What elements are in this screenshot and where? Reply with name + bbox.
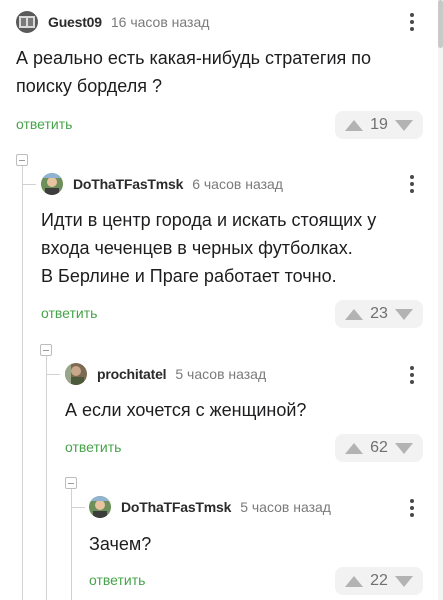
comment-text: Зачем?: [89, 534, 152, 554]
thread-line-level-2: [46, 354, 47, 600]
avatar[interactable]: [65, 363, 87, 385]
more-vertical-icon[interactable]: [404, 173, 420, 195]
comment-text: А если хочется с женщиной?: [65, 400, 307, 420]
vote-widget: 23: [335, 300, 423, 328]
timestamp: 6 часов назад: [192, 176, 283, 192]
author-name[interactable]: Guest09: [48, 14, 102, 30]
reply-button[interactable]: ответить: [89, 572, 145, 588]
comment-header: prochitatel 5 часов назад: [65, 362, 266, 386]
vote-widget: 19: [335, 111, 423, 139]
more-vertical-icon[interactable]: [404, 364, 420, 386]
rating-score: 19: [370, 116, 388, 133]
thread-connector-3: [71, 507, 85, 508]
rating-score: 22: [370, 572, 388, 589]
more-vertical-icon[interactable]: [404, 11, 420, 33]
author-name[interactable]: DoThaTFasTmsk: [121, 499, 231, 515]
reply-button[interactable]: ответить: [41, 305, 97, 321]
arrow-down-icon[interactable]: [394, 442, 413, 454]
arrow-up-icon[interactable]: [345, 308, 363, 320]
vote-widget: 22: [335, 567, 423, 595]
avatar[interactable]: [89, 496, 111, 518]
thread-connector-1: [22, 184, 36, 185]
thread-line-level-3: [71, 487, 72, 600]
arrow-down-icon[interactable]: [394, 308, 413, 320]
thread-connector-2: [46, 374, 60, 375]
rating-score: 23: [370, 305, 388, 322]
arrow-down-icon[interactable]: [394, 119, 413, 131]
arrow-up-icon[interactable]: [345, 119, 363, 131]
collapse-minus-icon[interactable]: [65, 477, 77, 489]
comment-text: А реально есть какая-нибудь стратегия по…: [16, 48, 372, 96]
reply-button[interactable]: ответить: [16, 116, 72, 132]
comment-header: DoThaTFasTmsk 6 часов назад: [41, 172, 283, 196]
comment-header: DoThaTFasTmsk 5 часов назад: [89, 495, 331, 519]
timestamp: 5 часов назад: [175, 366, 267, 382]
author-name[interactable]: prochitatel: [97, 366, 167, 382]
more-vertical-icon[interactable]: [404, 497, 420, 519]
collapse-minus-icon[interactable]: [40, 344, 52, 356]
comment-text: Идти в центр города и искать стоящих у в…: [41, 210, 377, 286]
reply-button[interactable]: ответить: [65, 439, 121, 455]
arrow-up-icon[interactable]: [345, 442, 363, 454]
timestamp: 16 часов назад: [110, 14, 210, 30]
avatar[interactable]: [41, 173, 63, 195]
scrollbar-thumb[interactable]: [438, 0, 443, 48]
rating-score: 62: [370, 439, 388, 456]
timestamp: 5 часов назад: [240, 499, 331, 515]
collapse-minus-icon[interactable]: [16, 154, 28, 166]
arrow-up-icon[interactable]: [345, 575, 363, 587]
arrow-down-icon[interactable]: [394, 575, 413, 587]
comment-header: Guest09 16 часов назад: [16, 10, 209, 34]
avatar[interactable]: [16, 11, 38, 33]
thread-line-level-1: [22, 164, 23, 600]
vote-widget: 62: [335, 434, 423, 462]
author-name[interactable]: DoThaTFasTmsk: [73, 176, 183, 192]
scrollbar-track[interactable]: [438, 0, 443, 600]
